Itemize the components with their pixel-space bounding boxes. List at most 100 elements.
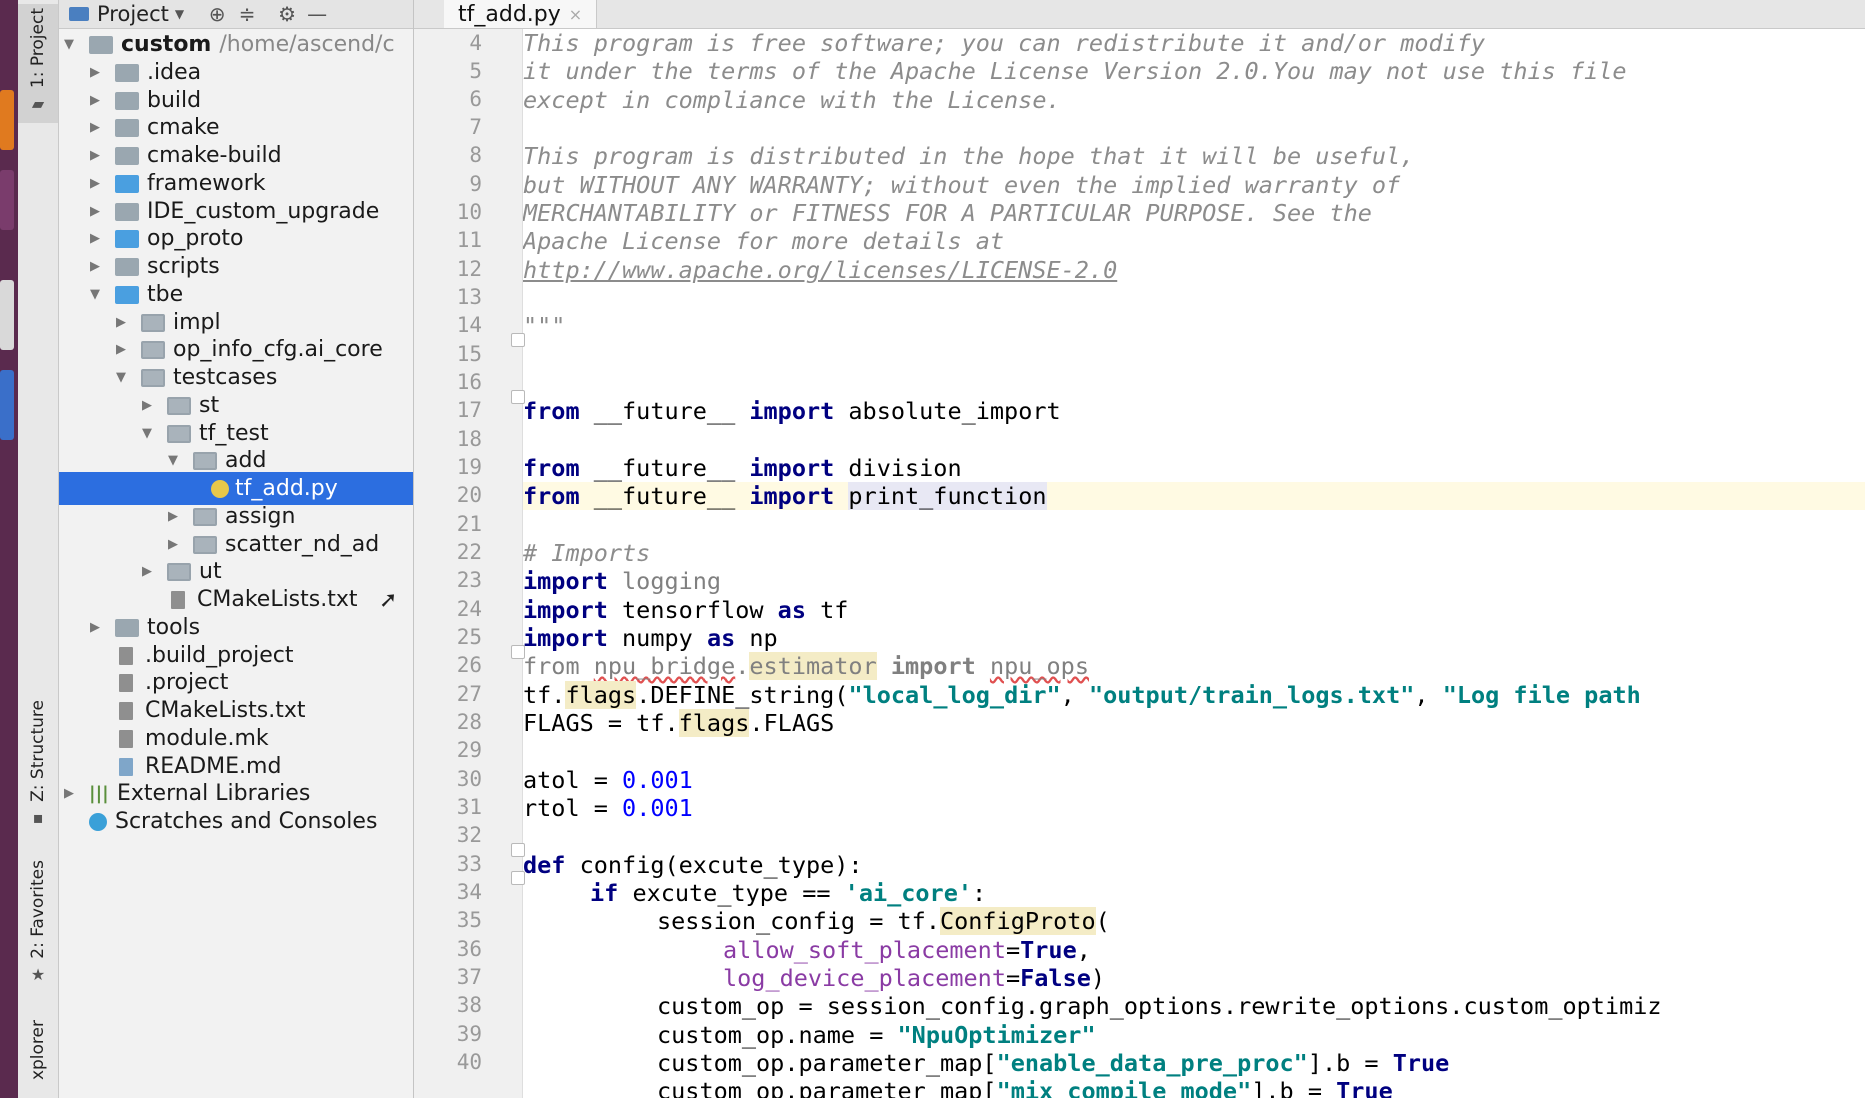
package-icon (141, 313, 165, 332)
license-link[interactable]: http://www.apache.org/licenses/LICENSE-2… (523, 256, 1117, 284)
text-file-icon (119, 646, 133, 665)
line-number: 19 (456, 455, 482, 479)
line-number: 25 (456, 625, 482, 649)
line-number: 33 (456, 852, 482, 876)
chevron-down-icon[interactable]: ▼ (165, 453, 181, 468)
tree-node-label: module.mk (145, 726, 269, 751)
code-editor[interactable]: This program is free software; you can r… (523, 29, 1865, 1098)
tree-node-label: tools (147, 615, 201, 640)
gear-icon[interactable]: ⚙ (272, 2, 302, 26)
scratches-icon (89, 812, 107, 831)
launcher-icon[interactable] (0, 170, 14, 230)
favorites-tool-tab[interactable]: 2: Favorites ★ (18, 860, 58, 984)
text-file-icon (119, 673, 133, 692)
line-number: 32 (456, 823, 482, 847)
code-line: session_config = tf.ConfigProto( (657, 907, 1110, 935)
package-icon (167, 424, 191, 443)
code-line: Apache License for more details at (523, 227, 1005, 255)
chevron-down-icon: ▼ (174, 7, 185, 21)
project-panel-title: Project (97, 2, 169, 26)
chevron-down-icon[interactable]: ▼ (87, 287, 103, 302)
launcher-icon[interactable] (0, 90, 14, 150)
code-line: except in compliance with the License. (523, 86, 1061, 114)
chevron-right-icon[interactable]: ▶ (87, 620, 103, 635)
code-line: This program is free software; you can r… (523, 29, 1486, 57)
line-number-gutter: 4 5 6 7 8 9 10 11 12 13 14 15 16 17 18 1… (414, 29, 525, 1098)
chevron-right-icon[interactable]: ▶ (113, 315, 129, 330)
tree-node-label: tf_test (199, 421, 269, 446)
chevron-right-icon[interactable]: ▶ (113, 342, 129, 357)
chevron-right-icon[interactable]: ▶ (87, 259, 103, 274)
editor-tab-bar: tf_add.py × (414, 0, 1865, 29)
code-line: custom_op.parameter_map["enable_data_pre… (657, 1049, 1450, 1077)
chevron-right-icon[interactable]: ▶ (87, 204, 103, 219)
star-icon: ★ (30, 964, 46, 984)
folder-icon (115, 229, 139, 248)
tree-node-label: README.md (145, 754, 282, 779)
tree-node-scratches[interactable]: Scratches and Consoles (59, 805, 413, 838)
code-line-current: from __future__ import print_function (523, 482, 1865, 510)
tree-node-label: .project (145, 670, 229, 695)
code-line: from __future__ import division (523, 454, 962, 482)
chevron-right-icon[interactable]: ▶ (87, 65, 103, 80)
chevron-down-icon[interactable]: ▼ (113, 370, 129, 385)
project-view-selector[interactable]: Project ▼ (69, 2, 184, 26)
line-number: 40 (456, 1050, 482, 1074)
line-number: 9 (469, 172, 482, 196)
chevron-right-icon[interactable]: ▶ (61, 786, 77, 801)
tab-tf-add-py[interactable]: tf_add.py × (444, 0, 598, 28)
chevron-down-icon[interactable]: ▼ (139, 426, 155, 441)
package-icon (193, 507, 217, 526)
chevron-right-icon[interactable]: ▶ (87, 231, 103, 246)
chevron-right-icon[interactable]: ▶ (139, 398, 155, 413)
line-number: 36 (456, 937, 482, 961)
project-panel: Project ▼ ⊕ ≑ ⚙ — ▼ custom /home/ascend/… (59, 0, 414, 1098)
text-file-icon (119, 729, 133, 748)
chevron-right-icon[interactable]: ▶ (139, 564, 155, 579)
tree-node-label: st (199, 393, 220, 418)
line-number: 6 (469, 87, 482, 111)
line-number: 16 (456, 370, 482, 394)
code-line: it under the terms of the Apache License… (523, 57, 1627, 85)
folder-icon (115, 118, 139, 137)
project-tool-tab[interactable]: 1: Project ▰ (18, 4, 58, 124)
launcher-icon[interactable] (0, 370, 14, 440)
line-number: 10 (456, 200, 482, 224)
tool-window-strip: 1: Project ▰ Z: Structure ▪ 2: Favorites… (18, 0, 59, 1098)
explorer-tool-tab-label: xplorer (28, 1020, 48, 1081)
chevron-right-icon[interactable]: ▶ (165, 509, 181, 524)
tree-node-label: custom (121, 32, 212, 57)
line-number: 29 (456, 738, 482, 762)
tree-node-label: op_info_cfg.ai_core (173, 337, 383, 362)
folder-icon (115, 91, 139, 110)
chevron-right-icon[interactable]: ▶ (165, 537, 181, 552)
minimize-icon[interactable]: — (302, 2, 332, 26)
text-file-icon (171, 590, 185, 609)
tree-node-label: scatter_nd_ad (225, 532, 380, 557)
project-view-icon (69, 7, 89, 21)
code-line: MERCHANTABILITY or FITNESS FOR A PARTICU… (523, 199, 1372, 227)
structure-tool-tab[interactable]: Z: Structure ▪ (18, 700, 58, 827)
code-line: import logging (523, 567, 722, 595)
line-number: 20 (456, 483, 482, 507)
chevron-right-icon[interactable]: ▶ (87, 120, 103, 135)
line-number: 37 (456, 965, 482, 989)
tree-node-label: scripts (147, 254, 220, 279)
chevron-down-icon[interactable]: ▼ (61, 37, 77, 52)
close-icon[interactable]: × (569, 5, 582, 24)
code-line: import tensorflow as tf (523, 596, 849, 624)
collapse-all-icon[interactable]: ≑ (232, 2, 262, 26)
chevron-right-icon[interactable]: ▶ (87, 148, 103, 163)
tree-node-label: tf_add.py (235, 476, 338, 501)
locate-icon[interactable]: ⊕ (202, 2, 232, 26)
code-line: allow_soft_placement=True, (723, 936, 1106, 964)
tree-node-label: ut (199, 559, 222, 584)
explorer-tool-tab[interactable]: xplorer (18, 1020, 58, 1080)
tree-node-label: CMakeLists.txt (197, 587, 358, 612)
code-line: http://www.apache.org/licenses/LICENSE-2… (523, 256, 1865, 284)
launcher-icon[interactable] (0, 280, 14, 350)
chevron-right-icon[interactable]: ▶ (87, 93, 103, 108)
chevron-right-icon[interactable]: ▶ (87, 176, 103, 191)
line-number: 28 (456, 710, 482, 734)
line-number: 18 (456, 427, 482, 451)
